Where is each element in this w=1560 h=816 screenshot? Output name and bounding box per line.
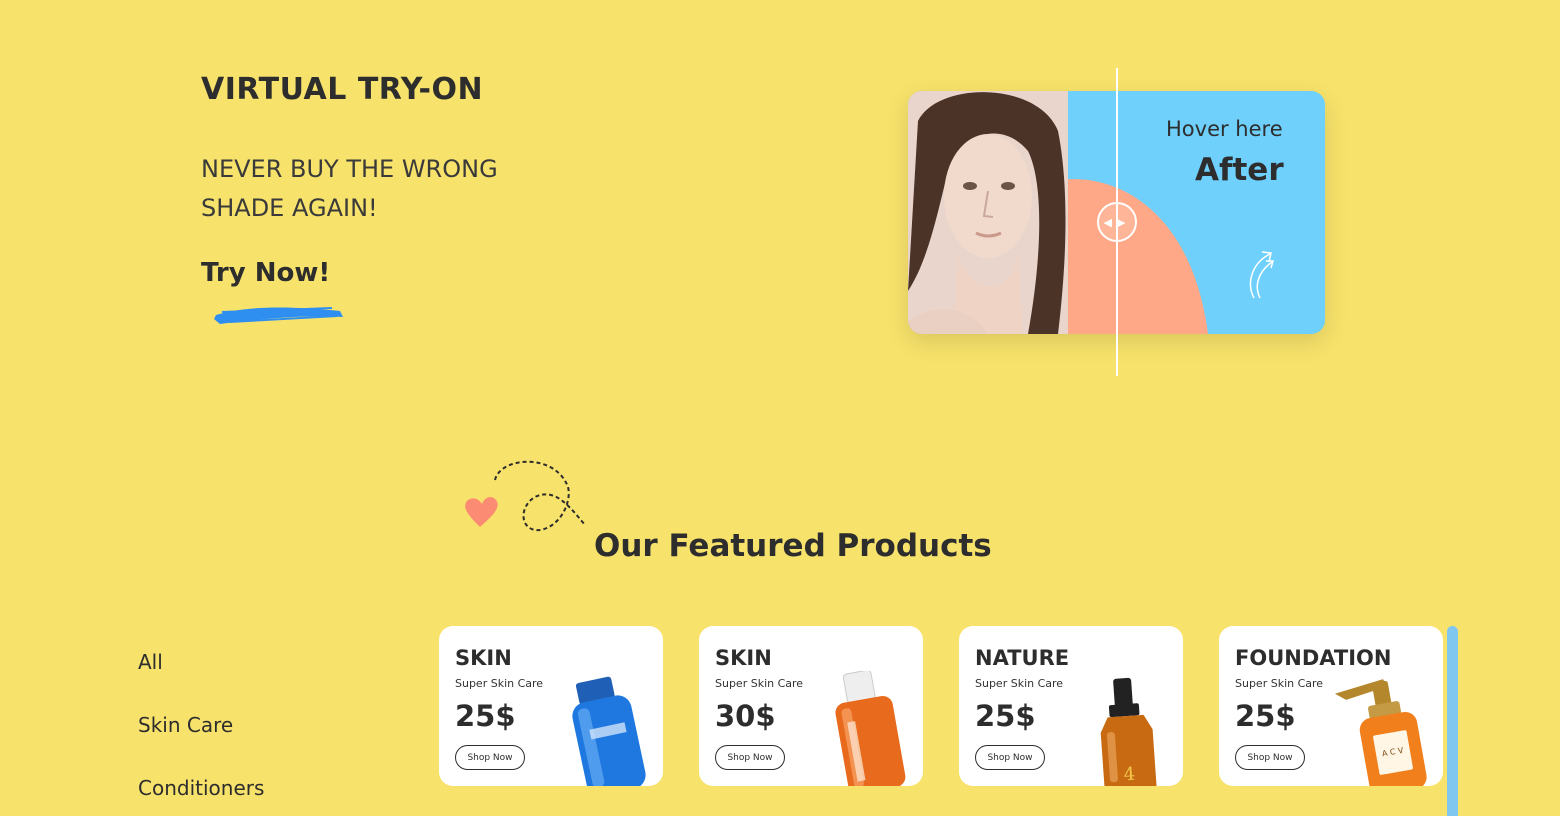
heart-doodle-icon [465,460,586,532]
product-price: 25$ [1235,699,1296,733]
slider-arrows-icon[interactable]: ◀▶ [1097,202,1137,242]
svg-text:4: 4 [1123,764,1136,786]
shop-now-button[interactable]: Shop Now [455,745,525,770]
product-card[interactable]: SKIN Super Skin Care 25$ Shop Now [439,626,663,786]
product-card[interactable]: NATURE Super Skin Care 25$ Shop Now 4 [959,626,1183,786]
shop-now-button[interactable]: Shop Now [715,745,785,770]
after-label: After [1195,152,1284,188]
product-name: SKIN [455,646,512,670]
category-list: All Skin Care Conditioners [138,650,264,816]
product-price: 25$ [975,699,1036,733]
heart-icon [465,497,498,527]
product-image: 4 [1100,677,1157,786]
product-name: NATURE [975,646,1070,670]
product-card[interactable]: FOUNDATION Super Skin Care 25$ Shop Now … [1219,626,1443,786]
product-name: FOUNDATION [1235,646,1392,670]
product-price: 30$ [715,699,776,733]
product-subtitle: Super Skin Care [715,677,804,690]
category-conditioners[interactable]: Conditioners [138,776,264,816]
category-all[interactable]: All [138,650,264,713]
category-skin-care[interactable]: Skin Care [138,713,264,776]
try-now-link[interactable]: Try Now! [201,258,330,288]
featured-title: Our Featured Products [594,528,992,564]
product-image [572,676,646,786]
hover-here-label: Hover here [1166,117,1283,141]
product-subtitle: Super Skin Care [1235,677,1324,690]
product-card[interactable]: SKIN Super Skin Care 30$ Shop Now [699,626,923,786]
product-subtitle: Super Skin Care [975,677,1064,690]
shop-now-button[interactable]: Shop Now [1235,745,1305,770]
product-name: SKIN [715,646,772,670]
product-price: 25$ [455,699,516,733]
dashed-loop-icon [494,460,586,532]
hero-title: VIRTUAL TRY-ON [201,72,484,107]
hero-subtitle: NEVER BUY THE WRONG SHADE AGAIN! [201,155,498,222]
product-image [835,671,906,786]
product-subtitle: Super Skin Care [455,677,544,690]
product-image: A C V [1334,679,1427,786]
curved-arrow-icon [1249,251,1274,299]
shop-now-button[interactable]: Shop Now [975,745,1045,770]
carousel-scrollbar[interactable] [1447,626,1458,816]
brush-stroke-icon [214,307,343,324]
